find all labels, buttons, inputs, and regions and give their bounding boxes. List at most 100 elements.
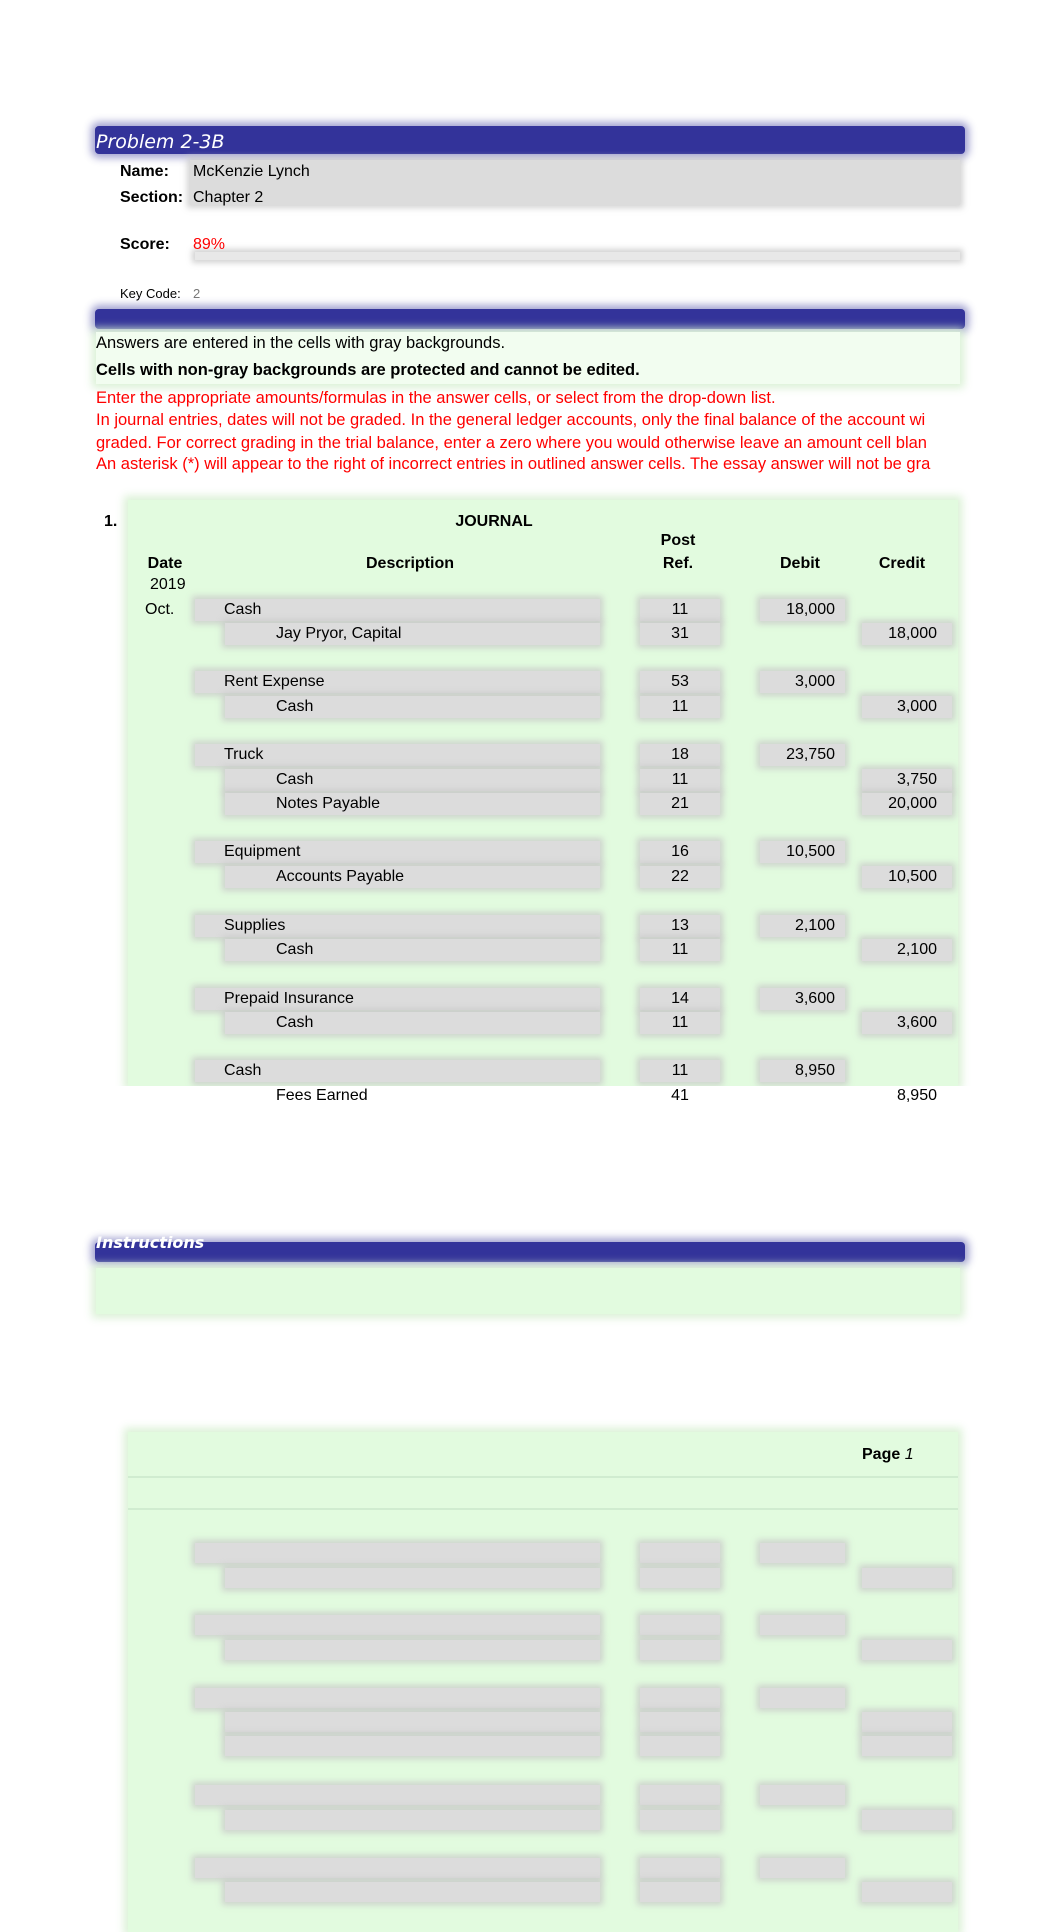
blank-debit-cell[interactable] [760,1785,845,1805]
journal-row-desc[interactable]: Cash [224,601,261,619]
blank-post-ref-cell[interactable] [640,1785,720,1805]
instructions-bar [95,309,965,329]
blank-debit-cell[interactable] [760,1615,845,1635]
blank-credit-cell[interactable] [862,1736,952,1756]
journal-row-ref[interactable]: 31 [640,625,720,643]
journal-row-desc[interactable]: Accounts Payable [276,868,404,886]
header-divider [128,1508,958,1510]
journal-row-debit[interactable]: 2,100 [750,917,835,935]
journal-row-credit[interactable]: 2,100 [850,941,937,959]
blank-credit-cell[interactable] [862,1640,952,1660]
journal-row-desc[interactable]: Prepaid Insurance [224,990,354,1008]
journal-row-ref[interactable]: 22 [640,868,720,886]
blank-debit-cell[interactable] [760,1858,845,1878]
blank-post-ref-cell[interactable] [640,1858,720,1878]
score-bar [195,252,960,260]
blank-post-ref-cell[interactable] [640,1688,720,1708]
blank-description-cell[interactable] [225,1736,600,1756]
blank-description-cell[interactable] [225,1712,600,1732]
col-description: Description [365,555,454,572]
blank-credit-cell[interactable] [862,1712,952,1732]
section-label: Section: [120,189,184,206]
journal-row-ref[interactable]: 41 [640,1087,720,1105]
page-number-value: 1 [904,1446,914,1463]
journal-row-credit[interactable]: 18,000 [850,625,937,643]
blank-credit-cell[interactable] [862,1882,952,1902]
journal-month[interactable]: Oct. [145,601,174,619]
col-credit: Credit [878,555,926,572]
blank-credit-cell[interactable] [862,1810,952,1830]
journal-row-desc[interactable]: Jay Pryor, Capital [276,625,401,643]
journal-row-ref[interactable]: 53 [640,673,720,691]
journal-row-ref[interactable]: 11 [640,941,720,959]
journal-row-ref[interactable]: 13 [640,917,720,935]
journal-row-credit[interactable]: 20,000 [850,795,937,813]
blank-post-ref-cell[interactable] [640,1568,720,1588]
journal-row-ref[interactable]: 11 [640,771,720,789]
blank-description-cell[interactable] [225,1568,600,1588]
journal-row-desc[interactable]: Cash [276,698,313,716]
journal-year[interactable]: 2019 [150,576,186,594]
journal-row-desc[interactable]: Truck [224,746,263,764]
journal-row-debit[interactable]: 18,000 [750,601,835,619]
page-title: Problem 2-3B [96,131,225,153]
blank-post-ref-cell[interactable] [640,1882,720,1902]
journal-row-desc[interactable]: Fees Earned [276,1087,368,1105]
instruction-line-1: Answers are entered in the cells with gr… [96,334,506,352]
blank-post-ref-cell[interactable] [640,1712,720,1732]
blank-description-cell[interactable] [195,1543,600,1563]
name-field[interactable]: McKenzie Lynch [193,163,310,181]
journal-row-ref[interactable]: 11 [640,698,720,716]
instruction-line-4: In journal entries, dates will not be gr… [96,411,926,429]
blank-description-cell[interactable] [195,1688,600,1708]
journal-row-credit[interactable]: 3,000 [850,698,937,716]
journal-row-desc[interactable]: Supplies [224,917,285,935]
blank-description-cell[interactable] [195,1785,600,1805]
instructions-section-bar [95,1242,965,1262]
section-field[interactable]: Chapter 2 [193,189,263,207]
journal-row-debit[interactable]: 3,000 [750,673,835,691]
journal-row-ref[interactable]: 11 [640,601,720,619]
journal-row-ref[interactable]: 11 [640,1062,720,1080]
journal-row-debit[interactable]: 23,750 [750,746,835,764]
key-code-label: Key Code: [120,286,181,301]
blank-credit-cell[interactable] [862,1568,952,1588]
blank-description-cell[interactable] [225,1640,600,1660]
blank-post-ref-cell[interactable] [640,1615,720,1635]
journal-row-desc[interactable]: Cash [276,941,313,959]
journal-row-desc[interactable]: Equipment [224,843,301,861]
blank-debit-cell[interactable] [760,1688,845,1708]
blank-debit-cell[interactable] [760,1543,845,1563]
journal-row-debit[interactable]: 10,500 [750,843,835,861]
key-code-value: 2 [193,286,201,301]
blank-post-ref-cell[interactable] [640,1543,720,1563]
blank-post-ref-cell[interactable] [640,1640,720,1660]
journal-row-debit[interactable]: 8,950 [750,1062,835,1080]
journal-row-ref[interactable]: 14 [640,990,720,1008]
journal-row-credit[interactable]: 3,600 [850,1014,937,1032]
instruction-line-3: Enter the appropriate amounts/formulas i… [96,389,776,407]
journal-row-credit[interactable]: 10,500 [850,868,937,886]
journal-row-desc[interactable]: Cash [276,1014,313,1032]
blank-description-cell[interactable] [225,1882,600,1902]
page-number: Page 1 [862,1446,914,1464]
journal-row-desc[interactable]: Rent Expense [224,673,325,691]
journal-row-ref[interactable]: 11 [640,1014,720,1032]
score-label: Score: [120,236,170,253]
blank-description-cell[interactable] [195,1858,600,1878]
blank-post-ref-cell[interactable] [640,1810,720,1830]
journal-row-desc[interactable]: Notes Payable [276,795,380,813]
blank-post-ref-cell[interactable] [640,1736,720,1756]
journal-row-ref[interactable]: 18 [640,746,720,764]
blank-description-cell[interactable] [225,1810,600,1830]
journal-row-credit[interactable]: 3,750 [850,771,937,789]
blank-description-cell[interactable] [195,1615,600,1635]
journal-row-desc[interactable]: Cash [276,771,313,789]
journal-row-desc[interactable]: Cash [224,1062,261,1080]
journal-row-debit[interactable]: 3,600 [750,990,835,1008]
journal-row-ref[interactable]: 21 [640,795,720,813]
instruction-line-6: An asterisk (*) will appear to the right… [96,455,931,473]
journal-row-ref[interactable]: 16 [640,843,720,861]
journal-row-credit[interactable]: 8,950 [850,1087,937,1105]
title-bar [95,126,965,154]
